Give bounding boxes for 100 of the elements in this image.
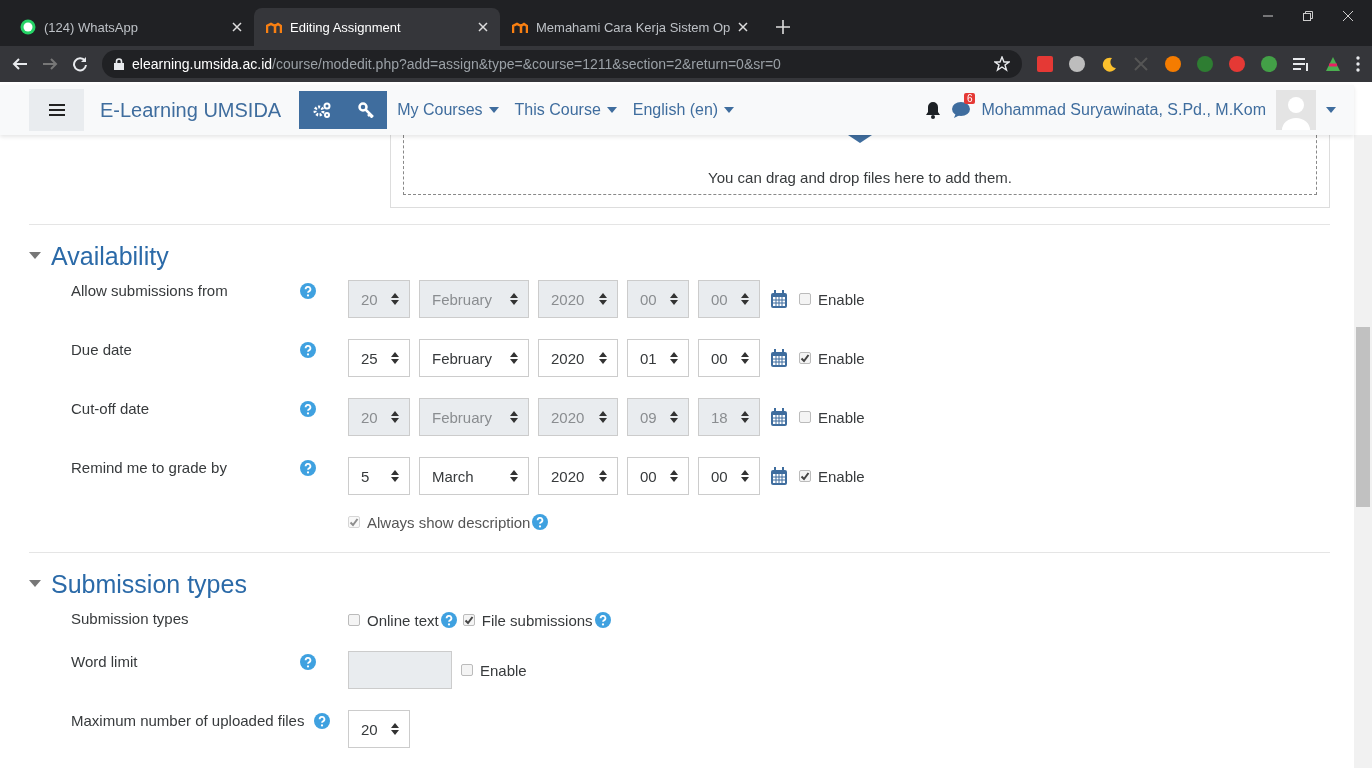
user-name[interactable]: Mohammad Suryawinata, S.Pd., M.Kom [981, 101, 1266, 119]
enable-checkbox[interactable]: Enable [799, 408, 865, 426]
section-header[interactable]: Availability [29, 239, 1330, 273]
chat-bubble-icon[interactable] [951, 101, 972, 119]
checkbox[interactable] [799, 411, 811, 423]
notification-badge: 6 [963, 93, 976, 104]
scrollbar[interactable] [1354, 135, 1372, 768]
back-icon[interactable] [12, 56, 28, 72]
up-down-icon [391, 723, 399, 735]
select-field[interactable]: March [419, 457, 529, 495]
extension-icon[interactable] [1324, 55, 1342, 73]
nav-menu[interactable]: English (en) [632, 101, 735, 119]
nav-menu[interactable]: My Courses [397, 101, 499, 119]
calendar-icon[interactable] [771, 290, 787, 308]
help-icon[interactable] [314, 712, 331, 729]
extension-icon[interactable] [1260, 55, 1278, 73]
checkbox[interactable] [461, 664, 473, 676]
up-down-icon [391, 470, 399, 482]
select-field[interactable]: 25 [348, 339, 410, 377]
help-icon[interactable] [300, 282, 316, 299]
enable-checkbox[interactable]: Enable [799, 349, 865, 367]
checkbox[interactable] [799, 352, 811, 364]
browser-tab[interactable]: (124) WhatsApp [8, 8, 254, 46]
up-down-icon [741, 470, 749, 482]
select-field: 20 [348, 398, 410, 436]
restore-icon[interactable] [1302, 10, 1314, 22]
help-icon[interactable] [300, 400, 316, 417]
select-field: 00 [627, 280, 689, 318]
select-field[interactable]: 00 [627, 457, 689, 495]
address-bar[interactable]: elearning.umsida.ac.id/course/modedit.php?add=assign&type=&course=1211&section=2&return=0&sr=0 [102, 50, 1022, 78]
checkbox[interactable] [799, 293, 811, 305]
select-field[interactable]: 20 [348, 710, 410, 748]
extension-icon[interactable] [1068, 55, 1086, 73]
bell-icon[interactable] [925, 101, 942, 119]
up-down-icon [510, 470, 518, 482]
select-field[interactable]: 5 [348, 457, 410, 495]
playlist-icon[interactable] [1292, 55, 1310, 73]
select-field: 18 [698, 398, 760, 436]
field-label: Due date [71, 341, 132, 358]
close-tab-icon[interactable] [738, 22, 749, 32]
enable-checkbox[interactable]: Enable [799, 290, 865, 308]
moodle-icon [512, 20, 528, 34]
calendar-icon[interactable] [771, 467, 787, 485]
browser-tab[interactable]: Memahami Cara Kerja Sistem Op [500, 8, 761, 46]
star-icon[interactable] [994, 56, 1010, 72]
extension-icon[interactable] [1164, 55, 1182, 73]
up-down-icon [510, 293, 518, 305]
menu-icon [48, 103, 65, 117]
select-field[interactable]: 2020 [538, 457, 618, 495]
help-icon[interactable] [594, 612, 611, 628]
checkbox[interactable] [799, 470, 811, 482]
new-tab-icon[interactable] [776, 20, 791, 34]
checkbox-label: Enable [818, 467, 865, 485]
reload-icon[interactable] [72, 56, 88, 72]
nav-menu[interactable]: This Course [514, 101, 617, 119]
field-label: Maximum number of uploaded files [71, 712, 305, 729]
select-field[interactable]: 00 [698, 457, 760, 495]
checkbox-label: Always show description [367, 513, 531, 531]
select-field[interactable]: 2020 [538, 339, 618, 377]
forward-icon[interactable] [42, 56, 58, 72]
section-header[interactable]: Submission types [29, 567, 1330, 601]
calendar-icon[interactable] [771, 408, 787, 426]
checkbox[interactable] [348, 614, 360, 626]
checkbox-label: Online text [367, 611, 439, 629]
browser-tab[interactable]: Editing Assignment [254, 8, 500, 46]
select-field[interactable]: 01 [627, 339, 689, 377]
up-down-icon [391, 352, 399, 364]
help-icon[interactable] [440, 612, 457, 628]
menu-button[interactable] [29, 89, 84, 131]
site-title[interactable]: E-Learning UMSIDA [100, 98, 282, 122]
calendar-icon[interactable] [771, 349, 787, 367]
extension-icon[interactable] [1100, 55, 1118, 73]
up-down-icon [741, 293, 749, 305]
up-down-icon [510, 352, 518, 364]
caret-icon [724, 107, 735, 113]
enable-checkbox[interactable]: Enable [799, 467, 865, 485]
gears-icon[interactable] [312, 102, 331, 118]
help-icon[interactable] [300, 459, 316, 476]
caret-icon[interactable] [1326, 107, 1336, 113]
close-icon[interactable] [1342, 10, 1354, 22]
arrow-icon [848, 135, 872, 143]
caret-icon [29, 580, 41, 588]
up-down-icon [599, 352, 607, 364]
help-icon[interactable] [300, 341, 316, 358]
up-down-icon [391, 293, 399, 305]
close-tab-icon[interactable] [232, 22, 242, 32]
select-field[interactable]: February [419, 339, 529, 377]
select-field: 2020 [538, 398, 618, 436]
field-label: Submission types [71, 610, 189, 627]
select-field[interactable]: 00 [698, 339, 760, 377]
checkbox-label: Enable [480, 661, 527, 679]
checkbox-label: Enable [818, 290, 865, 308]
up-down-icon [391, 411, 399, 423]
field-label: Allow submissions from [71, 282, 228, 299]
help-icon[interactable] [300, 653, 316, 670]
checkbox[interactable] [462, 614, 475, 626]
drop-zone[interactable]: You can drag and drop files here to add them. [403, 135, 1317, 195]
menu-dots-icon[interactable] [1356, 56, 1360, 72]
close-tab-icon[interactable] [478, 22, 488, 32]
key-icon[interactable] [357, 102, 374, 118]
